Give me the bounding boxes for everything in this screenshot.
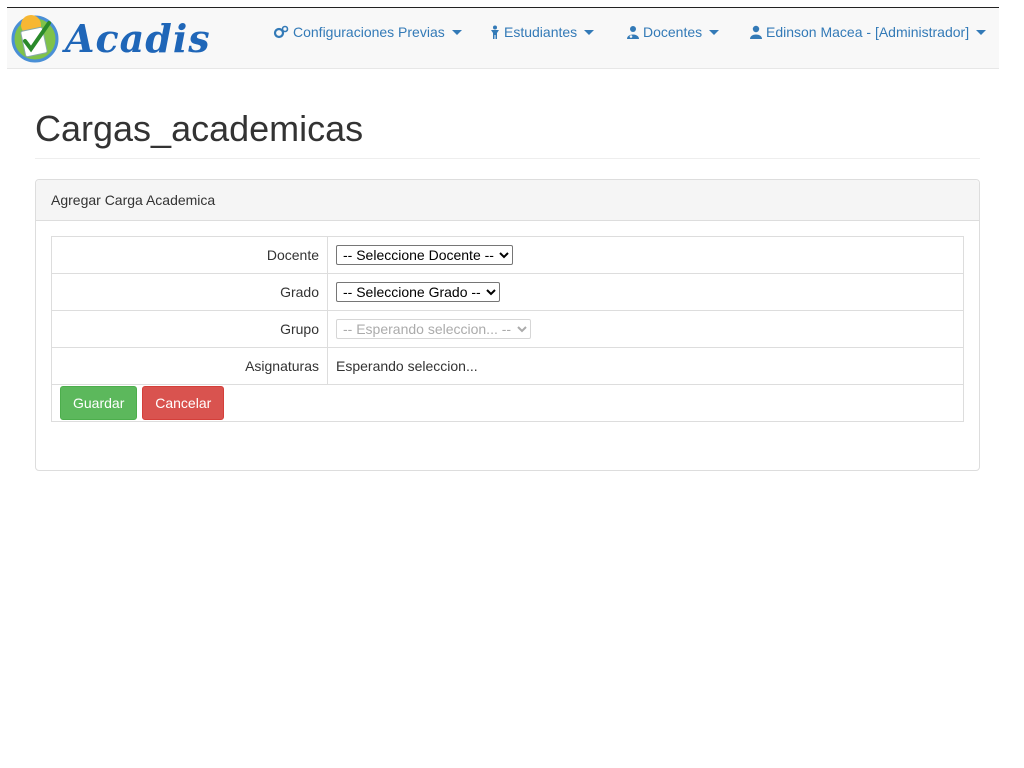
brand-name: Acadis xyxy=(65,15,211,61)
nav-label: Estudiantes xyxy=(504,24,578,40)
caret-down-icon xyxy=(976,29,987,35)
nav-label: Configuraciones Previas xyxy=(293,24,445,40)
panel-heading: Agregar Carga Academica xyxy=(36,180,979,221)
caret-down-icon xyxy=(451,29,462,35)
asignaturas-value: Esperando seleccion... xyxy=(327,347,964,385)
save-button[interactable]: Guardar xyxy=(60,386,138,420)
grupo-cell: -- Esperando seleccion... -- xyxy=(327,310,964,348)
form-row-asignaturas: Asignaturas Esperando seleccion... xyxy=(51,347,964,385)
grupo-label: Grupo xyxy=(51,310,328,348)
asignaturas-label: Asignaturas xyxy=(51,347,328,385)
docente-cell: -- Seleccione Docente -- xyxy=(327,236,964,274)
grupo-select[interactable]: -- Esperando seleccion... -- xyxy=(336,319,531,339)
cancel-button[interactable]: Cancelar xyxy=(142,386,225,420)
user-icon xyxy=(750,25,762,39)
page-title: Cargas_academicas xyxy=(35,108,364,149)
actions-cell: Guardar Cancelar xyxy=(51,384,964,422)
nav-label: Docentes xyxy=(643,24,703,40)
acadis-logo-icon xyxy=(11,15,59,63)
nav-configuraciones-previas[interactable]: Configuraciones Previas xyxy=(273,24,462,40)
grado-select[interactable]: -- Seleccione Grado -- xyxy=(336,282,500,302)
gears-icon xyxy=(273,25,289,39)
form-row-docente: Docente -- Seleccione Docente -- xyxy=(51,236,964,274)
form-row-grado: Grado -- Seleccione Grado -- xyxy=(51,273,964,311)
caret-down-icon xyxy=(584,29,595,35)
docente-label: Docente xyxy=(51,236,328,274)
brand[interactable]: Acadis xyxy=(9,9,211,67)
form-row-grupo: Grupo -- Esperando seleccion... -- xyxy=(51,310,964,348)
caret-down-icon xyxy=(709,29,720,35)
add-carga-panel: Agregar Carga Academica Docente -- Selec… xyxy=(35,179,980,471)
nav-label: Edinson Macea - [Administrador] xyxy=(766,24,970,40)
title-divider xyxy=(35,158,980,159)
navbar: Acadis Configuraciones Previas Estudiant… xyxy=(7,7,999,69)
nav-user-menu[interactable]: Edinson Macea - [Administrador] xyxy=(750,24,987,40)
carga-form-table: Docente -- Seleccione Docente -- Grado -… xyxy=(51,236,964,422)
docente-select[interactable]: -- Seleccione Docente -- xyxy=(336,245,513,265)
nav-estudiantes[interactable]: Estudiantes xyxy=(490,24,595,40)
grado-label: Grado xyxy=(51,273,328,311)
nav-docentes[interactable]: Docentes xyxy=(627,24,720,40)
form-row-actions: Guardar Cancelar xyxy=(51,384,964,422)
user-md-icon xyxy=(627,26,639,39)
grado-cell: -- Seleccione Grado -- xyxy=(327,273,964,311)
child-icon xyxy=(491,25,499,39)
